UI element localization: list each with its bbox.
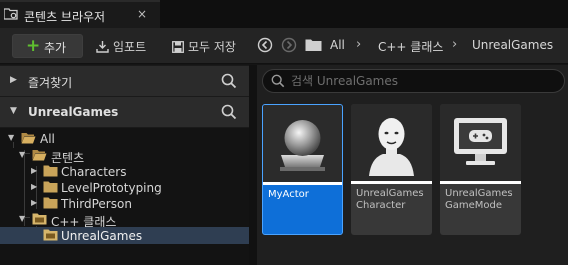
import-button[interactable]: 임포트 (96, 38, 146, 55)
cpp-folder-icon (32, 213, 47, 225)
project-header[interactable]: ▼ UnrealGames (0, 97, 249, 127)
folder-icon (305, 39, 322, 51)
save-icon (172, 41, 184, 53)
folder-icon (43, 181, 58, 193)
forward-icon[interactable] (281, 37, 297, 53)
character-mannequin-icon (369, 118, 414, 176)
content-browser-icon (4, 8, 18, 20)
add-button[interactable]: + 추가 (12, 34, 83, 58)
chevron-right-icon[interactable]: › (452, 37, 457, 52)
asset-tile-gamemode[interactable]: UnrealGames GameMode (440, 104, 521, 235)
tree-item-unrealgames[interactable]: UnrealGames (0, 227, 249, 244)
asset-caption: UnrealGames Character (356, 188, 424, 211)
close-icon[interactable]: × (137, 7, 147, 21)
tree-item-label: All (40, 132, 55, 146)
tree-item-content[interactable]: ▼ 콘텐츠 (0, 147, 249, 165)
asset-caption: UnrealGames GameMode (445, 188, 513, 211)
import-icon (96, 41, 109, 53)
tab-content-browser[interactable]: 콘텐츠 브라우저 × (0, 0, 160, 28)
breadcrumb-all[interactable]: All (330, 38, 345, 52)
folder-icon (43, 165, 58, 177)
chevron-right-icon[interactable]: ▶ (31, 198, 37, 207)
tree-item-cpp-classes[interactable]: ▼ C++ 클래스 (0, 211, 249, 229)
tab-title: 콘텐츠 브라우저 (24, 10, 106, 24)
chevron-right-icon[interactable]: ▶ (31, 166, 37, 175)
tab-bar: 콘텐츠 브라우저 × (0, 0, 568, 28)
tree-item-label: LevelPrototyping (61, 181, 162, 195)
gamemode-monitor-icon (454, 118, 507, 165)
asset-view: MyActor UnrealGames Character (257, 65, 568, 265)
asset-caption: MyActor (268, 189, 309, 200)
asset-type-bar (351, 181, 432, 184)
chevron-down-icon[interactable]: ▼ (19, 214, 25, 223)
chevron-right-icon: ▶ (10, 75, 17, 85)
tree-item-all[interactable]: ▼ All (0, 130, 249, 147)
chevron-right-icon[interactable]: ▶ (31, 182, 37, 191)
cpp-folder-icon (43, 229, 58, 241)
folder-open-icon (32, 150, 47, 161)
chevron-right-icon[interactable]: › (356, 37, 361, 52)
asset-thumbnail (263, 105, 342, 182)
tree-item-thirdperson[interactable]: ▶ ThirdPerson (0, 195, 249, 212)
project-label: UnrealGames (28, 105, 119, 119)
breadcrumb-cpp-classes[interactable]: C++ 클래스 (378, 38, 443, 55)
sphere-actor-icon (280, 120, 325, 171)
import-label: 임포트 (113, 40, 147, 54)
tree-item-label: ThirdPerson (61, 197, 132, 211)
asset-tile-character[interactable]: UnrealGames Character (351, 104, 432, 235)
save-all-label: 모두 저장 (188, 40, 236, 54)
breadcrumb-unrealgames[interactable]: UnrealGames (472, 38, 553, 52)
chevron-down-icon[interactable]: ▼ (19, 150, 25, 159)
tree-item-levelprototyping[interactable]: ▶ LevelPrototyping (0, 179, 249, 196)
back-icon[interactable] (257, 37, 273, 53)
search-icon (271, 74, 285, 88)
favorites-header[interactable]: ▶ 즐겨찾기 (0, 66, 249, 96)
chevron-down-icon: ▼ (10, 106, 17, 116)
toolbar: + 추가 임포트 모두 저장 All › C++ 클래스 › UnrealGam… (0, 28, 568, 64)
search-icon[interactable] (221, 104, 237, 120)
plus-icon: + (26, 36, 41, 56)
asset-search[interactable] (262, 69, 565, 93)
folder-icon (43, 197, 58, 209)
asset-tile-myactor[interactable]: MyActor (262, 104, 343, 235)
favorites-label: 즐겨찾기 (28, 76, 73, 90)
save-all-button[interactable]: 모두 저장 (172, 38, 236, 55)
search-icon[interactable] (221, 73, 237, 89)
search-input[interactable] (291, 73, 551, 89)
asset-thumbnail (440, 104, 521, 181)
tree-item-characters[interactable]: ▶ Characters (0, 163, 249, 180)
folder-open-icon (21, 133, 36, 144)
tree-item-label: UnrealGames (61, 229, 143, 243)
chevron-down-icon[interactable]: ▼ (8, 133, 14, 142)
add-label: 추가 (44, 41, 67, 55)
asset-thumbnail (351, 104, 432, 181)
tree-item-label: Characters (61, 165, 127, 179)
folder-tree: ▼ All ▼ 콘텐츠 ▶ Characters ▶ LevelPrototyp… (0, 128, 249, 265)
panel-splitter[interactable] (249, 65, 257, 265)
asset-type-bar (263, 182, 342, 185)
asset-type-bar (440, 181, 521, 184)
